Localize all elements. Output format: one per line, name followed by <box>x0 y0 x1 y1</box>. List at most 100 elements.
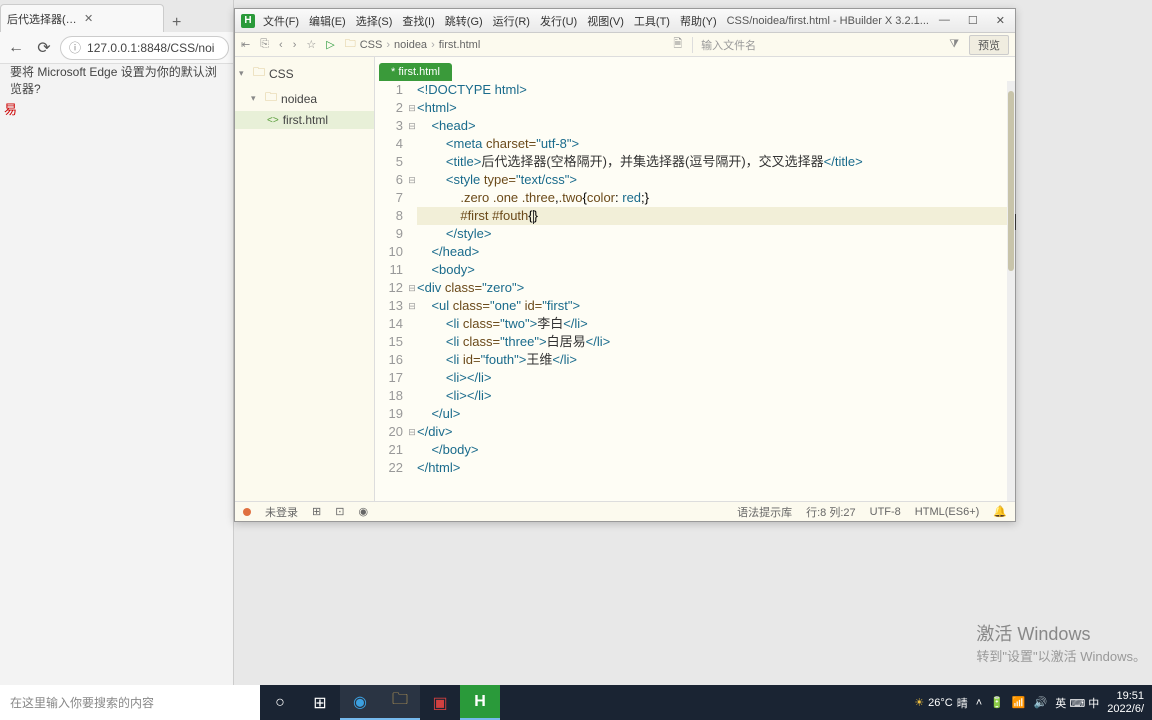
code-line[interactable]: <title>后代选择器(空格隔开)，并集选择器(逗号隔开)，交叉选择器</ti… <box>417 153 1015 171</box>
menu-item[interactable]: 文件(F) <box>259 11 303 31</box>
breadcrumb-item[interactable]: noidea <box>394 39 427 51</box>
chevron-up-icon[interactable]: ˄ <box>976 697 982 709</box>
filter-icon[interactable]: ⧩ <box>949 38 959 51</box>
weather-widget[interactable]: ☀ 26°C 晴 <box>914 695 967 711</box>
new-tab-button[interactable]: + <box>164 14 189 32</box>
menu-item[interactable]: 查找(I) <box>398 11 438 31</box>
scroll-thumb[interactable] <box>1008 91 1014 271</box>
fold-icon[interactable]: ⊟ <box>407 99 417 117</box>
fold-icon[interactable] <box>407 315 417 333</box>
fold-icon[interactable] <box>407 405 417 423</box>
maximize-icon[interactable]: ☐ <box>964 14 982 27</box>
menu-item[interactable]: 视图(V) <box>583 11 628 31</box>
app-icon[interactable]: ▣ <box>420 685 460 720</box>
code-line[interactable]: </div> <box>417 423 1015 441</box>
refresh-icon[interactable]: ⟳ <box>32 36 56 60</box>
battery-icon[interactable]: 🔋 <box>990 696 1004 709</box>
fold-icon[interactable] <box>407 207 417 225</box>
syntax-hint[interactable]: 语法提示库 <box>737 504 792 520</box>
nav-back-icon[interactable]: ‹ <box>279 39 283 51</box>
address-bar[interactable]: ⓘ 127.0.0.1:8848/CSS/noi <box>60 36 229 60</box>
code-line[interactable]: <li class="three">白居易</li> <box>417 333 1015 351</box>
menu-item[interactable]: 帮助(Y) <box>676 11 721 31</box>
code-line[interactable]: <li id="fouth">王维</li> <box>417 351 1015 369</box>
code-lines[interactable]: <!DOCTYPE html><html> <head> <meta chars… <box>417 81 1015 501</box>
breadcrumb-item[interactable]: first.html <box>439 39 481 51</box>
login-status[interactable]: 未登录 <box>265 504 298 520</box>
fold-icon[interactable] <box>407 459 417 477</box>
terminal-icon[interactable]: ⎘ <box>260 38 269 51</box>
star-icon[interactable]: ☆ <box>306 38 316 51</box>
fold-icon[interactable] <box>407 261 417 279</box>
file-input[interactable]: 输入文件名 <box>692 37 756 53</box>
code-line[interactable]: <div class="zero"> <box>417 279 1015 297</box>
titlebar[interactable]: H 文件(F)编辑(E)选择(S)查找(I)跳转(G)运行(R)发行(U)视图(… <box>235 9 1015 33</box>
back-icon[interactable]: ← <box>4 36 28 60</box>
menu-item[interactable]: 工具(T) <box>630 11 674 31</box>
code-line[interactable]: <li></li> <box>417 369 1015 387</box>
code-line[interactable]: <li></li> <box>417 387 1015 405</box>
fold-icon[interactable] <box>407 369 417 387</box>
code-line[interactable]: </body> <box>417 441 1015 459</box>
code-line[interactable]: <!DOCTYPE html> <box>417 81 1015 99</box>
fold-icon[interactable]: ⊟ <box>407 423 417 441</box>
code-line[interactable]: <body> <box>417 261 1015 279</box>
breadcrumb-item[interactable]: CSS <box>360 39 383 51</box>
language-mode[interactable]: HTML(ES6+) <box>915 506 980 518</box>
code-line[interactable]: </html> <box>417 459 1015 477</box>
search-input[interactable]: 在这里输入你要搜索的内容 <box>0 685 260 720</box>
chevron-down-icon[interactable]: ▾ <box>239 68 249 79</box>
menu-item[interactable]: 跳转(G) <box>441 11 487 31</box>
code-line[interactable]: <head> <box>417 117 1015 135</box>
fold-icon[interactable]: ⊟ <box>407 279 417 297</box>
fold-icon[interactable] <box>407 189 417 207</box>
fold-icon[interactable] <box>407 441 417 459</box>
default-browser-prompt[interactable]: 要将 Microsoft Edge 设置为你的默认浏览器? <box>0 64 233 96</box>
preview-button[interactable]: 预览 <box>969 35 1009 55</box>
fold-icon[interactable]: ⊟ <box>407 117 417 135</box>
fold-icon[interactable] <box>407 225 417 243</box>
chevron-down-icon[interactable]: ▾ <box>251 93 261 104</box>
fold-icon[interactable] <box>407 243 417 261</box>
edge-icon[interactable]: ◉ <box>340 685 380 720</box>
close-icon[interactable]: ✕ <box>992 14 1009 27</box>
fold-icon[interactable] <box>407 351 417 369</box>
code-line[interactable]: #first #fouth{} <box>417 207 1015 225</box>
run-icon[interactable]: ▷ <box>326 38 334 51</box>
fold-icon[interactable]: ⊟ <box>407 171 417 189</box>
code-area[interactable]: 12345678910111213141516171819202122 ⊟⊟⊟⊟… <box>375 81 1015 501</box>
collapse-icon[interactable]: ⇤ <box>241 38 250 51</box>
cortana-icon[interactable]: ○ <box>260 685 300 720</box>
browser-tab[interactable]: 后代选择器(空格隔开)，并集选择 ✕ <box>0 4 164 32</box>
scrollbar[interactable] <box>1007 81 1015 501</box>
nav-fwd-icon[interactable]: › <box>293 39 297 51</box>
doc-icon[interactable]: 🗎 <box>673 35 682 54</box>
fold-icon[interactable]: ⊟ <box>407 297 417 315</box>
volume-icon[interactable]: 🔊 <box>1034 696 1048 709</box>
ime-indicator[interactable]: 英 ⌨ 中 <box>1055 695 1099 711</box>
code-line[interactable]: <ul class="one" id="first"> <box>417 297 1015 315</box>
bell-icon[interactable]: 🔔 <box>993 505 1007 518</box>
fold-icon[interactable] <box>407 153 417 171</box>
explorer-icon[interactable]: 🗀 <box>380 685 420 720</box>
tree-folder[interactable]: ▾ 🗀 noidea <box>235 86 374 111</box>
taskview-icon[interactable]: ⊞ <box>300 685 340 720</box>
hbuilder-icon[interactable]: H <box>460 685 500 720</box>
code-line[interactable]: </head> <box>417 243 1015 261</box>
minimize-icon[interactable]: — <box>935 14 954 27</box>
menu-item[interactable]: 选择(S) <box>352 11 397 31</box>
wifi-icon[interactable]: 📶 <box>1012 696 1026 709</box>
menu-item[interactable]: 编辑(E) <box>305 11 350 31</box>
tree-file[interactable]: <> first.html <box>235 111 374 129</box>
close-icon[interactable]: ✕ <box>84 12 157 25</box>
fold-icon[interactable] <box>407 81 417 99</box>
editor-tab[interactable]: * first.html <box>379 63 452 81</box>
code-line[interactable]: <html> <box>417 99 1015 117</box>
code-line[interactable]: <li class="two">李白</li> <box>417 315 1015 333</box>
code-line[interactable]: .zero .one .three,.two{color: red;} <box>417 189 1015 207</box>
clock[interactable]: 19:51 2022/6/ <box>1107 690 1144 714</box>
panel-icon[interactable]: ⊞ <box>312 505 321 518</box>
encoding[interactable]: UTF-8 <box>870 506 901 518</box>
code-line[interactable]: <meta charset="utf-8"> <box>417 135 1015 153</box>
fold-icon[interactable] <box>407 135 417 153</box>
